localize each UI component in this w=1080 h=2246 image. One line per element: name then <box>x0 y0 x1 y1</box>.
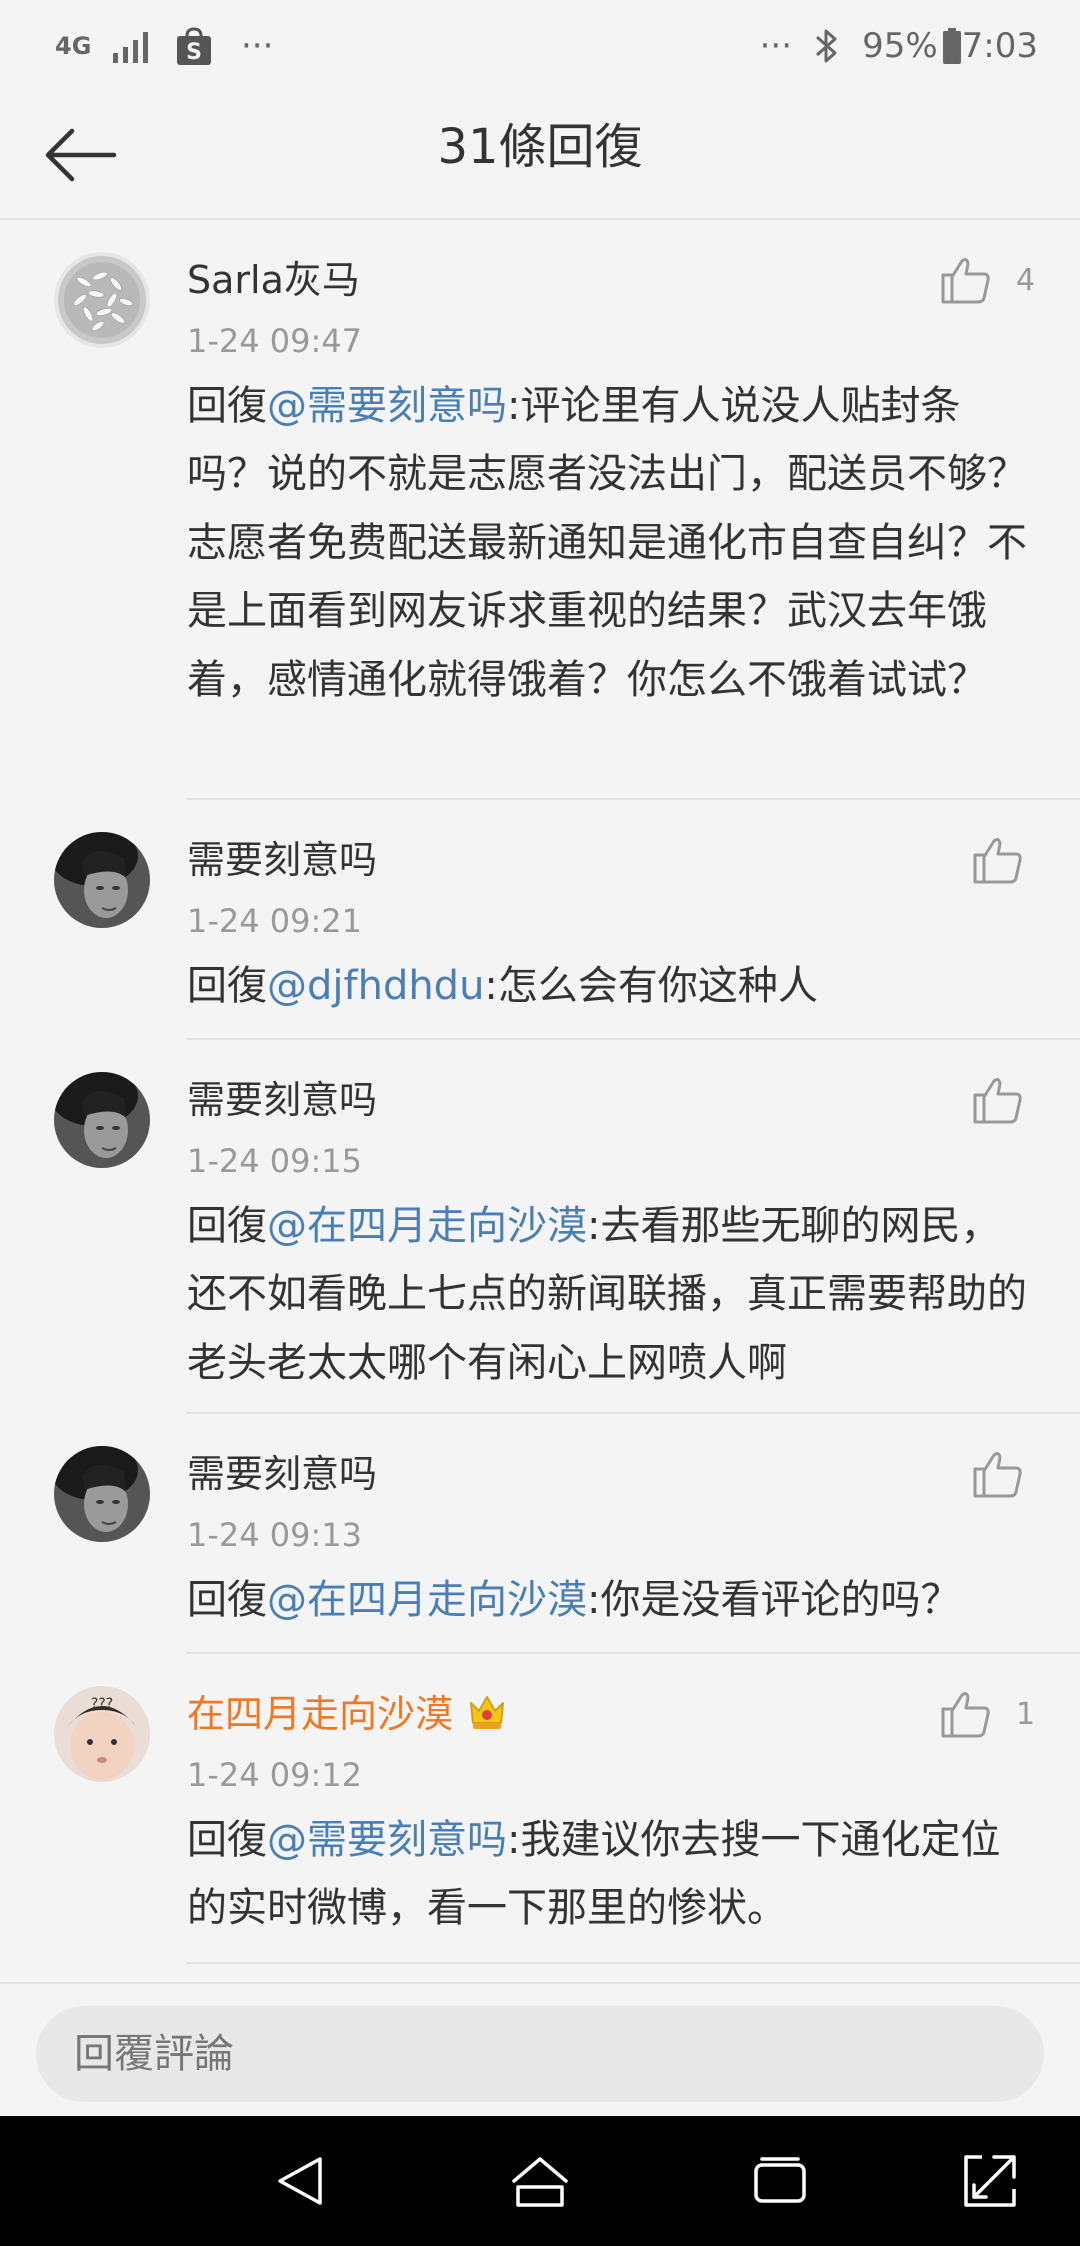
comment-author[interactable]: 需要刻意吗 <box>187 834 377 886</box>
mention-link[interactable]: @在四月走向沙漠 <box>267 1203 587 1249</box>
mention-link[interactable]: @在四月走向沙漠 <box>267 1577 587 1623</box>
avatar[interactable] <box>54 832 150 928</box>
comment-time: 1-24 09:15 <box>187 1142 363 1180</box>
comment-time: 1-24 09:47 <box>187 322 363 360</box>
status-dots-right: ··· <box>759 26 793 66</box>
comment-item: Sarla灰马 4 1-24 09:47 回復@需要刻意吗:评论里有人说没人贴封… <box>0 220 1080 800</box>
nav-back-icon <box>278 2157 322 2205</box>
comment-list[interactable]: Sarla灰马 4 1-24 09:47 回復@需要刻意吗:评论里有人说没人贴封… <box>0 220 1080 1980</box>
app-header: 31條回復 <box>0 92 1080 220</box>
comment-author[interactable]: 在四月走向沙漠 <box>187 1688 509 1744</box>
network-type-label: 4G <box>55 32 92 60</box>
comment-author[interactable]: 需要刻意吗 <box>187 1074 377 1126</box>
like-button[interactable] <box>972 1070 1024 1130</box>
comment-item: 需要刻意吗 1-24 09:13 回復@在四月走向沙漠:你是没看评论的吗？ <box>0 1414 1080 1654</box>
thumbs-up-icon <box>941 258 990 304</box>
comment-time: 1-24 09:21 <box>187 902 363 940</box>
nav-recents-button[interactable] <box>745 2151 815 2211</box>
status-dots-left: ··· <box>241 26 274 66</box>
shop-bag-icon: S <box>175 26 213 66</box>
nav-back-button[interactable] <box>265 2151 335 2211</box>
reply-placeholder: 回覆評論 <box>74 2031 234 2077</box>
svg-text:S: S <box>186 40 202 65</box>
nav-recents-icon <box>754 2157 806 2203</box>
comment-item: ??? 在四月走向沙漠 1 1-24 09:12 回復@需要刻意吗:我建议你去搜… <box>0 1654 1080 1964</box>
comment-body: :你是没看评论的吗？ <box>587 1577 961 1623</box>
like-button[interactable] <box>972 830 1024 890</box>
nav-home-icon <box>512 2157 568 2207</box>
thumbs-up-icon <box>973 1452 1022 1498</box>
nav-home-button[interactable] <box>505 2151 575 2211</box>
reply-prefix: 回復 <box>187 383 267 429</box>
reply-bar: 回覆評論 <box>0 1982 1080 2118</box>
thumbs-up-icon <box>941 1692 990 1738</box>
battery-percent: 95% <box>862 26 938 66</box>
like-button[interactable] <box>972 1444 1024 1504</box>
comment-author[interactable]: Sarla灰马 <box>187 254 360 306</box>
nav-expand-icon <box>964 2155 1016 2207</box>
reply-prefix: 回復 <box>187 1577 267 1623</box>
comment-text: 回復@在四月走向沙漠:你是没看评论的吗？ <box>187 1566 1037 1634</box>
comment-text: 回復@djfhdhdu:怎么会有你这种人 <box>187 952 1037 1020</box>
comment-body: :怎么会有你这种人 <box>484 963 818 1009</box>
avatar[interactable] <box>54 1446 150 1542</box>
comment-author[interactable]: 需要刻意吗 <box>187 1448 377 1500</box>
mention-link[interactable]: @djfhdhdu <box>267 963 484 1009</box>
like-count: 4 <box>1016 262 1036 298</box>
comment-text: 回復@需要刻意吗:评论里有人说没人贴封条吗？说的不就是志愿者没法出门，配送员不够… <box>187 372 1037 714</box>
divider <box>187 1962 1080 1964</box>
status-bar: 4G S ··· ··· 95% 7:03 <box>0 0 1080 92</box>
bluetooth-icon <box>814 27 840 65</box>
comment-text: 回復@在四月走向沙漠:去看那些无聊的网民，还不如看晚上七点的新闻联播，真正需要帮… <box>187 1192 1037 1397</box>
mention-link[interactable]: @需要刻意吗 <box>267 1817 507 1863</box>
mention-link[interactable]: @需要刻意吗 <box>267 383 507 429</box>
avatar[interactable] <box>54 252 150 348</box>
comment-time: 1-24 09:12 <box>187 1756 363 1794</box>
crown-badge-icon <box>465 1689 509 1744</box>
like-button[interactable]: 1 <box>940 1684 1035 1744</box>
comment-author-name: 在四月走向沙漠 <box>187 1692 454 1736</box>
comment-item: 需要刻意吗 1-24 09:15 回復@在四月走向沙漠:去看那些无聊的网民，还不… <box>0 1040 1080 1414</box>
like-count: 1 <box>1016 1696 1036 1732</box>
reply-prefix: 回復 <box>187 1203 267 1249</box>
clock: 7:03 <box>961 26 1038 66</box>
system-nav-bar <box>0 2116 1080 2246</box>
comment-text: 回復@需要刻意吗:我建议你去搜一下通化定位的实时微博，看一下那里的惨状。 <box>187 1806 1037 1943</box>
comment-body: :评论里有人说没人贴封条吗？说的不就是志愿者没法出门，配送员不够？志愿者免费配送… <box>187 383 1027 703</box>
avatar[interactable]: ??? <box>54 1686 150 1782</box>
thumbs-up-icon <box>973 838 1022 884</box>
battery-icon <box>942 27 962 65</box>
svg-text:???: ??? <box>91 1696 113 1712</box>
avatar[interactable] <box>54 1072 150 1168</box>
comment-time: 1-24 09:13 <box>187 1516 363 1554</box>
reply-prefix: 回復 <box>187 963 267 1009</box>
reply-prefix: 回復 <box>187 1817 267 1863</box>
like-button[interactable]: 4 <box>940 250 1035 310</box>
signal-icon <box>111 29 153 63</box>
comment-item: 需要刻意吗 1-24 09:21 回復@djfhdhdu:怎么会有你这种人 <box>0 800 1080 1040</box>
page-title: 31條回復 <box>437 119 643 175</box>
nav-expand-button[interactable] <box>955 2151 1025 2211</box>
reply-input[interactable]: 回覆評論 <box>36 2006 1044 2102</box>
thumbs-up-icon <box>973 1078 1022 1124</box>
